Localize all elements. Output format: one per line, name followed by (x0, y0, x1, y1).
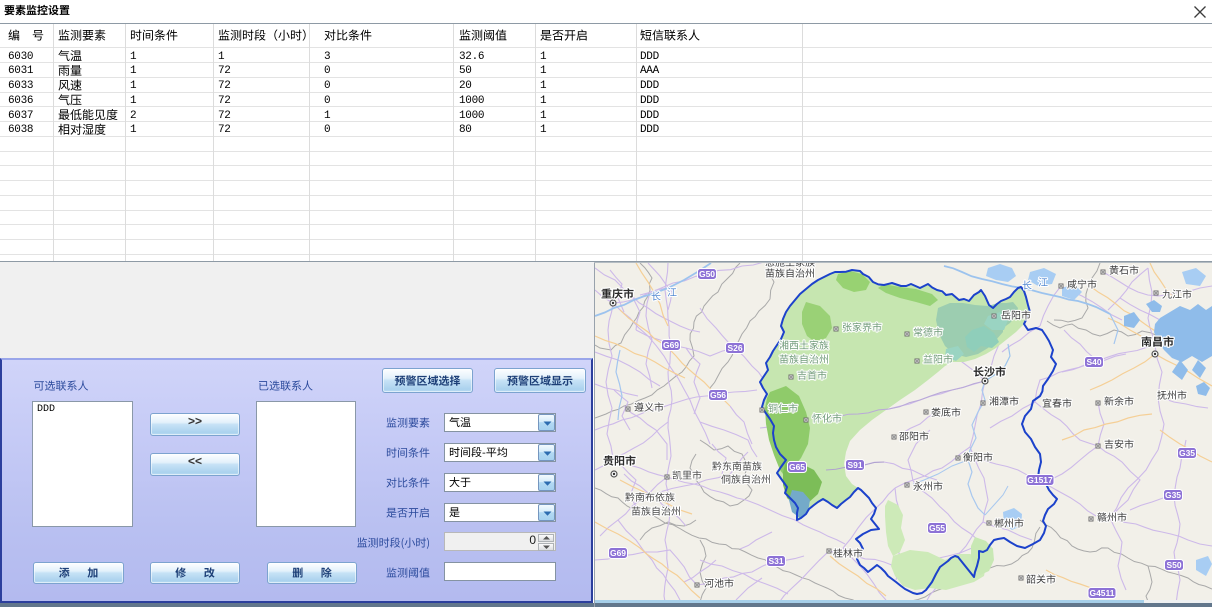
svg-text:G4511: G4511 (1089, 588, 1114, 598)
svg-text:G69: G69 (610, 548, 626, 558)
svg-text:S26: S26 (727, 343, 742, 353)
svg-text:G50: G50 (699, 269, 715, 279)
svg-text:S50: S50 (1166, 560, 1181, 570)
svg-text:G35: G35 (1165, 490, 1181, 500)
svg-text:S91: S91 (847, 460, 862, 470)
svg-text:G35: G35 (1179, 448, 1195, 458)
svg-text:S31: S31 (768, 556, 783, 566)
svg-text:G56: G56 (710, 390, 726, 400)
svg-text:G65: G65 (789, 462, 805, 472)
svg-text:G1517: G1517 (1027, 475, 1053, 485)
svg-text:S40: S40 (1086, 357, 1101, 367)
svg-text:G69: G69 (663, 340, 679, 350)
svg-text:G55: G55 (929, 523, 945, 533)
